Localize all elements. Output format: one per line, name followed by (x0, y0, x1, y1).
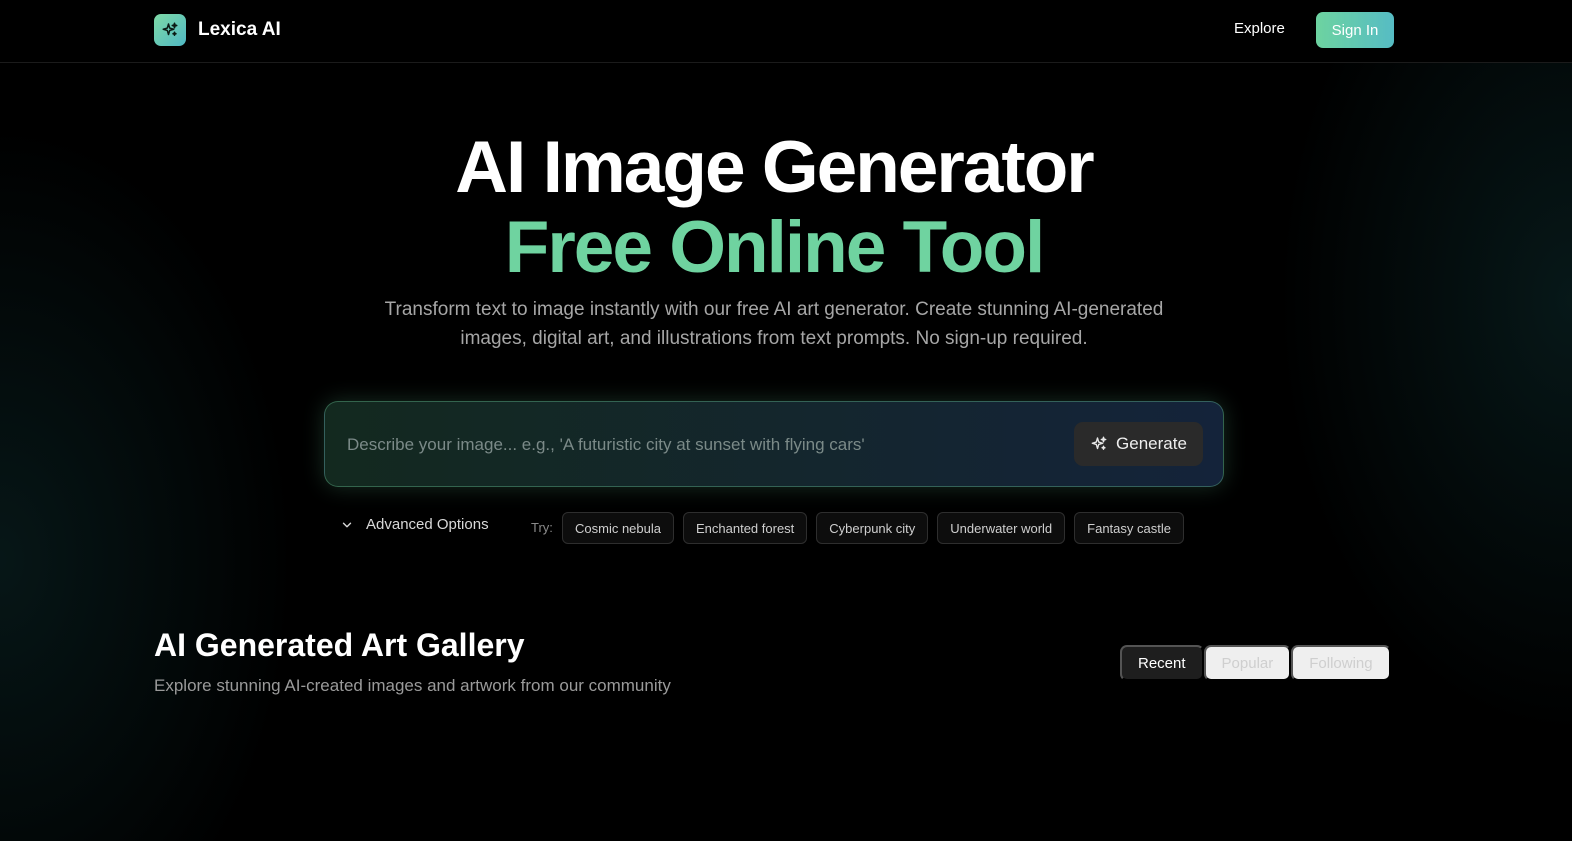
tab-following[interactable]: Following (1291, 645, 1391, 681)
sign-in-button[interactable]: Sign In (1316, 12, 1394, 48)
generate-label: Generate (1116, 434, 1187, 453)
hero-title: AI Image Generator (455, 127, 1094, 208)
chevron-down-icon (342, 522, 352, 527)
brand[interactable]: Lexica AI (154, 14, 281, 46)
tab-popular[interactable]: Popular (1203, 645, 1292, 681)
tab-recent[interactable]: Recent (1120, 645, 1204, 681)
suggestion-chip[interactable]: Underwater world (937, 512, 1066, 544)
advanced-options-toggle[interactable]: Advanced Options (340, 516, 489, 533)
prompt-input[interactable] (347, 430, 1047, 460)
nav-explore-link[interactable]: Explore (1234, 20, 1285, 37)
try-label: Try: (531, 520, 553, 535)
prompt-box: Generate (324, 401, 1224, 487)
gallery-subtitle: Explore stunning AI-created images and a… (154, 676, 671, 695)
gallery-title: AI Generated Art Gallery (154, 627, 525, 663)
gallery-tabs: Recent Popular Following (1120, 645, 1391, 681)
suggestion-chip[interactable]: Cosmic nebula (562, 512, 674, 544)
sparkles-icon (162, 22, 178, 36)
hero-subtitle: Transform text to image instantly with o… (384, 299, 1164, 349)
suggestion-chip[interactable]: Fantasy castle (1074, 512, 1184, 544)
top-navbar: Lexica AI Explore Sign In (0, 0, 1572, 63)
suggestion-chips: Cosmic nebula Enchanted forest Cyberpunk… (562, 512, 1184, 544)
suggestion-chip[interactable]: Cyberpunk city (816, 512, 929, 544)
logo (154, 14, 186, 46)
sparkles-icon (1091, 436, 1107, 450)
generate-button[interactable]: Generate (1074, 422, 1203, 466)
hero-title-highlight: Free Online Tool (504, 207, 1046, 288)
advanced-options-label: Advanced Options (366, 516, 489, 533)
page: Lexica AI Explore Sign In AI Image Gener… (0, 0, 1572, 841)
brand-name: Lexica AI (198, 19, 281, 40)
suggestion-chip[interactable]: Enchanted forest (683, 512, 808, 544)
